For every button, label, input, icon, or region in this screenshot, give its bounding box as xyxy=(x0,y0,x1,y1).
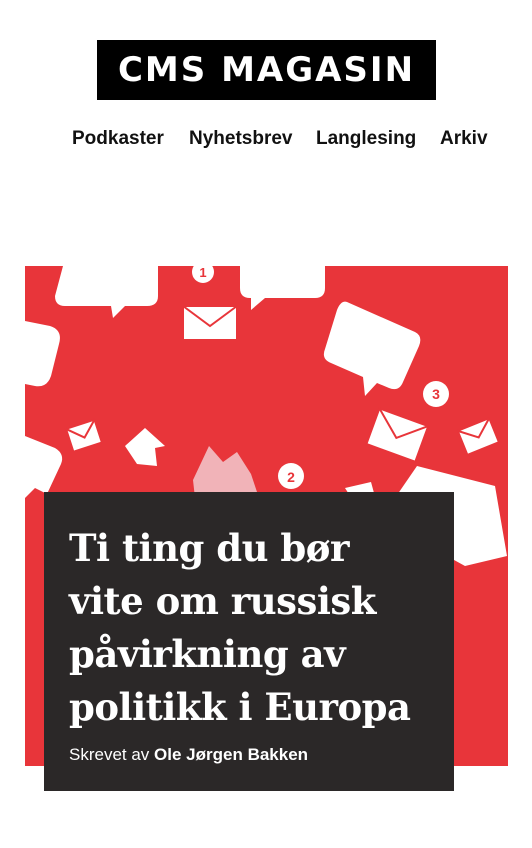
envelope-icon xyxy=(64,418,104,453)
site-logo[interactable]: CMS MAGASIN xyxy=(97,40,436,100)
speech-bubble-icon xyxy=(25,321,60,387)
speech-bubble-icon xyxy=(55,266,158,318)
envelope-icon xyxy=(182,305,238,341)
speech-bubble-icon xyxy=(25,436,63,498)
main-nav: Podkaster Nyhetsbrev Langlesing Arkiv xyxy=(0,128,532,156)
speech-bubble-icon xyxy=(323,301,421,396)
nav-item-podkaster[interactable]: Podkaster xyxy=(72,128,164,150)
badge-1: 1 xyxy=(199,266,206,280)
article-card[interactable]: Ti ting du bør vite om russisk påvirknin… xyxy=(44,492,454,791)
nav-item-nyhetsbrev[interactable]: Nyhetsbrev xyxy=(189,128,293,150)
nav-item-arkiv[interactable]: Arkiv xyxy=(440,128,488,150)
badge-3: 3 xyxy=(432,386,440,402)
article-byline: Skrevet av Ole Jørgen Bakken xyxy=(69,745,308,765)
article-author[interactable]: Ole Jørgen Bakken xyxy=(154,745,308,764)
envelope-icon xyxy=(365,407,430,464)
envelope-icon xyxy=(456,416,501,457)
speech-bubble-icon xyxy=(125,428,165,466)
speech-bubble-icon xyxy=(240,266,325,310)
nav-item-langlesing[interactable]: Langlesing xyxy=(316,128,416,150)
article-title[interactable]: Ti ting du bør vite om russisk påvirknin… xyxy=(69,522,428,734)
badge-2: 2 xyxy=(287,469,295,485)
byline-prefix: Skrevet av xyxy=(69,745,150,764)
